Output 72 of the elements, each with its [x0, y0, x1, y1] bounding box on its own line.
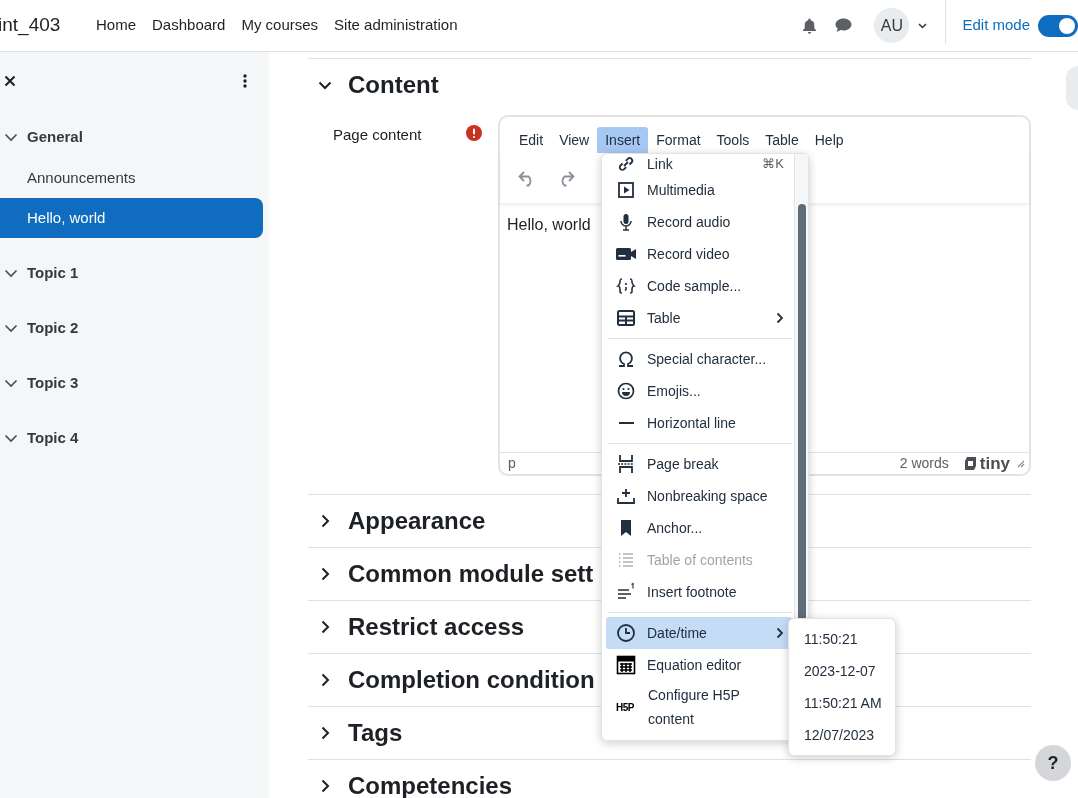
menubar-item[interactable]: Format — [648, 127, 709, 153]
horizontal-line-icon — [619, 422, 634, 424]
clock-icon — [616, 623, 637, 643]
menubar-item[interactable]: Edit — [511, 127, 552, 153]
menubar-item[interactable]: Help — [806, 127, 852, 153]
menu-item[interactable]: Code sample... — [606, 270, 792, 302]
user-avatar[interactable]: AU — [874, 8, 910, 43]
menu-item[interactable]: Record video — [606, 238, 792, 270]
section-heading[interactable]: Content — [348, 67, 439, 103]
menu-item[interactable]: Equation editor — [606, 649, 792, 681]
calculator-icon — [616, 655, 637, 675]
tiny-logo[interactable]: tiny — [962, 450, 1010, 477]
menubar-item[interactable]: Table — [757, 127, 807, 153]
close-icon[interactable] — [4, 75, 16, 87]
menu-item[interactable]: Multimedia — [606, 174, 792, 206]
menu-item[interactable]: Table — [606, 302, 792, 334]
section-heading[interactable]: Restrict access — [348, 609, 525, 645]
menubar-item[interactable]: View — [551, 127, 598, 153]
course-index-item[interactable]: Hello, world — [0, 198, 263, 238]
menubar-item[interactable]: Insert — [597, 127, 649, 153]
section-heading[interactable]: Completion condition — [348, 662, 595, 698]
menu-item[interactable]: Special character... — [606, 343, 792, 375]
code-braces-icon — [616, 276, 637, 296]
nav-link[interactable]: Site administration — [334, 14, 458, 37]
menu-item[interactable]: Date/time — [606, 617, 792, 649]
kebab-menu-icon[interactable] — [243, 74, 247, 88]
menu-item[interactable]: Insert footnote — [606, 576, 792, 608]
section-heading[interactable]: Common module sett — [348, 556, 594, 592]
section-title[interactable]: Topic 2 — [27, 316, 79, 340]
menu-item[interactable]: Link ⌘K — [606, 154, 792, 174]
section-title[interactable]: Topic 3 — [27, 371, 79, 395]
menu-item[interactable]: Page break — [606, 448, 792, 480]
section-heading[interactable]: Tags — [348, 715, 403, 751]
menu-item[interactable]: Anchor... — [606, 512, 792, 544]
course-index-item[interactable]: Announcements — [0, 158, 263, 198]
element-path[interactable]: p — [508, 453, 516, 474]
table-icon — [616, 308, 637, 328]
section-title[interactable]: Topic 4 — [27, 426, 79, 450]
menu-item[interactable]: 2023-12-07 — [789, 655, 895, 687]
chevron-right-icon — [776, 627, 784, 639]
footnote-icon — [616, 582, 637, 602]
menubar-item[interactable]: Tools — [708, 127, 758, 153]
help-button[interactable]: ? — [1035, 745, 1071, 781]
menu-item[interactable]: Nonbreaking space — [606, 480, 792, 512]
plus-tray-icon — [616, 486, 637, 506]
nav-link[interactable]: Dashboard — [152, 14, 226, 37]
resize-handle-icon[interactable] — [1016, 459, 1025, 468]
chevron-right-icon — [776, 312, 784, 324]
word-count[interactable]: 2 words — [899, 453, 949, 474]
menu-item[interactable]: 12/07/2023 — [789, 719, 895, 751]
editor-text: Hello, world — [507, 216, 591, 233]
chat-icon[interactable] — [835, 18, 853, 33]
play-icon — [616, 180, 637, 200]
section-title[interactable]: General — [27, 125, 83, 149]
site-name[interactable]: int_403 — [0, 11, 96, 40]
nav-link[interactable]: Home — [96, 14, 136, 37]
menu-item[interactable]: H5P Configure H5P content — [606, 681, 792, 733]
section-heading[interactable]: Appearance — [348, 503, 486, 539]
edit-mode-toggle[interactable] — [1038, 14, 1078, 37]
field-label: Page content — [333, 125, 423, 145]
menu-item[interactable]: Emojis... — [606, 375, 792, 407]
section-title[interactable]: Topic 1 — [27, 261, 79, 285]
nav-link[interactable]: My courses — [241, 14, 319, 37]
h5p-logo: H5P — [616, 700, 635, 715]
caret-icon[interactable] — [918, 22, 928, 29]
edit-mode-label: Edit mode — [962, 15, 1030, 36]
bell-icon[interactable] — [802, 17, 818, 34]
menu-item[interactable]: Horizontal line — [606, 407, 792, 439]
smiley-icon — [616, 381, 637, 401]
menu-item[interactable]: 11:50:21 AM — [789, 687, 895, 719]
menu-item[interactable]: Record audio — [606, 206, 792, 238]
menu-item[interactable]: 11:50:21 — [789, 623, 895, 655]
